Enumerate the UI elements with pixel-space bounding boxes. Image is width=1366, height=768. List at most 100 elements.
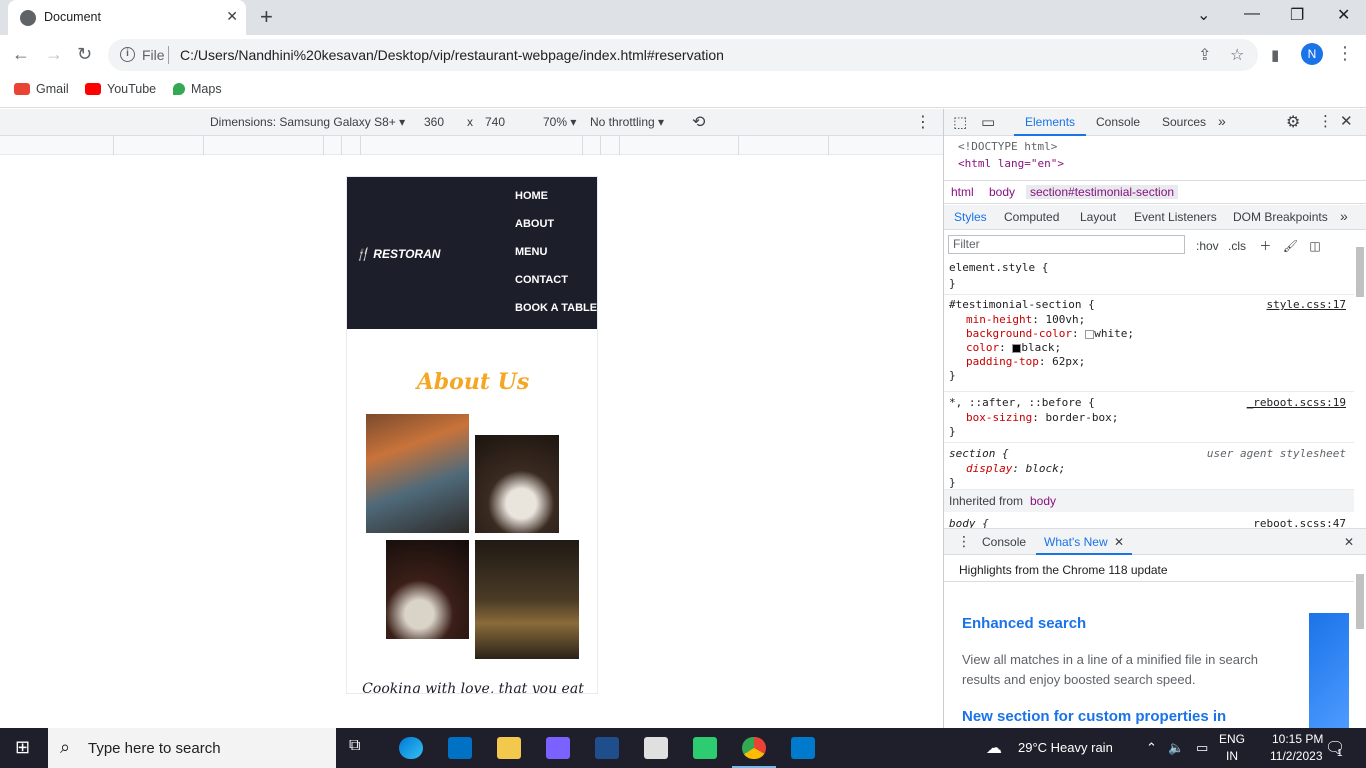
nav-link-about[interactable]: ABOUT xyxy=(515,218,554,230)
windows-start-icon[interactable]: ⊞ xyxy=(15,737,30,758)
inherited-element[interactable]: body xyxy=(1030,494,1056,508)
close-tab-icon[interactable]: ✕ xyxy=(226,8,238,25)
profile-avatar[interactable]: N xyxy=(1301,43,1323,65)
paint-icon[interactable]: 🖌 xyxy=(1283,239,1298,253)
close-window-button[interactable]: ✕ xyxy=(1337,5,1350,25)
bookmark-maps[interactable]: Maps xyxy=(173,82,222,96)
cls-toggle[interactable]: .cls xyxy=(1228,239,1246,253)
subtab-dom-breakpoints[interactable]: DOM Breakpoints xyxy=(1233,210,1328,224)
vscode-icon[interactable] xyxy=(791,737,815,759)
language-label[interactable]: ENG xyxy=(1219,732,1245,746)
chrome-icon[interactable] xyxy=(742,737,766,759)
source-link[interactable]: style.css:17 xyxy=(1267,298,1346,311)
styles-scrollbar[interactable] xyxy=(1356,247,1364,297)
address-bar[interactable]: i File C:/Users/Nandhini%20kesavan/Deskt… xyxy=(108,39,1258,71)
drawer-menu-icon[interactable]: ⋮ xyxy=(957,533,971,550)
volume-icon[interactable]: 🔈 xyxy=(1168,740,1184,756)
breadcrumb-section[interactable]: section#testimonial-section xyxy=(1026,185,1179,199)
minimize-button[interactable]: — xyxy=(1244,5,1260,23)
network-icon[interactable]: ▭ xyxy=(1196,740,1208,756)
reload-button[interactable]: ↻ xyxy=(77,44,92,65)
edge-icon[interactable] xyxy=(399,737,423,759)
subtab-event-listeners[interactable]: Event Listeners xyxy=(1134,210,1217,224)
nav-link-home[interactable]: HOME xyxy=(515,190,548,202)
browser-tab[interactable]: Document ✕ xyxy=(8,0,246,35)
tab-elements[interactable]: Elements xyxy=(1025,115,1075,129)
subtab-computed[interactable]: Computed xyxy=(1004,210,1059,224)
settings-gear-icon[interactable]: ⚙ xyxy=(1286,112,1300,132)
color-swatch[interactable] xyxy=(1085,329,1095,339)
subtab-layout[interactable]: Layout xyxy=(1080,210,1116,224)
drawer-tab-whats-new[interactable]: What's New xyxy=(1044,535,1108,549)
dom-line[interactable]: <!DOCTYPE html> xyxy=(958,140,1057,153)
drawer-tab-console[interactable]: Console xyxy=(982,535,1026,549)
side-panel-icon[interactable]: ▮ xyxy=(1271,46,1279,64)
throttling-select[interactable]: No throttling ▾ xyxy=(590,115,664,129)
new-tab-button[interactable]: + xyxy=(260,4,273,30)
browser-menu-icon[interactable]: ⋮ xyxy=(1336,43,1354,64)
more-subtabs-icon[interactable]: » xyxy=(1340,208,1348,224)
more-tabs-icon[interactable]: » xyxy=(1218,113,1226,129)
share-icon[interactable]: ⇪ xyxy=(1198,45,1211,65)
mail-icon[interactable] xyxy=(448,737,472,759)
tab-search-icon[interactable]: ⌄ xyxy=(1197,5,1210,25)
task-view-icon[interactable]: ⧉ xyxy=(349,737,360,755)
back-button[interactable]: ← xyxy=(12,44,30,65)
tab-console[interactable]: Console xyxy=(1096,115,1140,129)
sidebar-toggle-icon[interactable]: ◫ xyxy=(1309,239,1320,253)
bookmark-youtube[interactable]: YouTube xyxy=(85,82,156,96)
tray-overflow-icon[interactable]: ⌃ xyxy=(1146,740,1157,756)
app-icon[interactable] xyxy=(595,737,619,759)
new-rule-icon[interactable]: ＋ xyxy=(1259,239,1271,253)
declaration[interactable]: padding-top: 62px; xyxy=(966,355,1085,368)
nav-link-contact[interactable]: CONTACT xyxy=(515,274,568,286)
width-input[interactable]: 360 xyxy=(424,115,444,129)
breadcrumb-html[interactable]: html xyxy=(951,185,974,199)
taskbar-search[interactable]: ⌕ Type here to search xyxy=(48,728,336,768)
clock-time[interactable]: 10:15 PM xyxy=(1272,732,1323,746)
declaration[interactable]: box-sizing: border-box; xyxy=(966,411,1118,424)
app-icon[interactable] xyxy=(644,737,668,759)
breadcrumb-body[interactable]: body xyxy=(989,185,1015,199)
whats-new-title[interactable]: Enhanced search xyxy=(962,615,1086,632)
height-input[interactable]: 740 xyxy=(485,115,505,129)
selector[interactable]: element.style { xyxy=(949,261,1048,274)
dom-line[interactable]: <html lang="en"> xyxy=(958,157,1064,170)
declaration[interactable]: color: black; xyxy=(966,341,1061,354)
file-explorer-icon[interactable] xyxy=(497,737,521,759)
site-brand[interactable]: 🍴 RESTORAN xyxy=(355,247,440,261)
app-icon[interactable] xyxy=(693,737,717,759)
whats-new-title[interactable]: New section for custom properties in xyxy=(962,708,1226,725)
whats-new-scrollbar[interactable] xyxy=(1356,574,1364,629)
site-info-icon[interactable]: i xyxy=(120,47,135,62)
bookmark-star-icon[interactable]: ☆ xyxy=(1230,45,1244,65)
close-whats-new-icon[interactable]: ✕ xyxy=(1114,535,1124,549)
bookmark-gmail[interactable]: Gmail xyxy=(14,82,69,96)
forward-button[interactable]: → xyxy=(45,44,63,65)
declaration[interactable]: background-color: white; xyxy=(966,327,1134,340)
nav-link-book-a-table[interactable]: BOOK A TABLE xyxy=(515,302,597,314)
device-dimensions-select[interactable]: Dimensions: Samsung Galaxy S8+ ▾ xyxy=(210,115,405,129)
url-text[interactable]: C:/Users/Nandhini%20kesavan/Desktop/vip/… xyxy=(180,47,724,63)
inspect-element-icon[interactable]: ⬚ xyxy=(953,113,967,131)
close-drawer-icon[interactable]: ✕ xyxy=(1344,535,1354,549)
tagline-text: Cooking with love, that you eat xyxy=(362,681,584,694)
close-devtools-icon[interactable]: ✕ xyxy=(1340,112,1353,130)
zoom-select[interactable]: 70% ▾ xyxy=(543,115,576,129)
hov-toggle[interactable]: :hov xyxy=(1196,239,1219,253)
tab-sources[interactable]: Sources xyxy=(1162,115,1206,129)
selector[interactable]: #testimonial-section { xyxy=(949,298,1095,311)
device-toggle-icon[interactable]: ▭ xyxy=(981,113,995,131)
devtools-menu-icon[interactable]: ⋮ xyxy=(1318,112,1333,130)
subtab-styles[interactable]: Styles xyxy=(954,210,987,224)
source-link[interactable]: _reboot.scss:19 xyxy=(1247,396,1346,409)
rotate-icon[interactable]: ⟲ xyxy=(692,112,705,132)
weather-text[interactable]: 29°C Heavy rain xyxy=(1018,740,1113,755)
declaration[interactable]: min-height: 100vh; xyxy=(966,313,1085,326)
device-more-icon[interactable]: ⋮ xyxy=(915,112,931,132)
restore-button[interactable]: ❐ xyxy=(1290,5,1304,25)
app-icon[interactable] xyxy=(546,737,570,759)
selector[interactable]: *, ::after, ::before { xyxy=(949,396,1095,409)
styles-filter-input[interactable]: Filter xyxy=(948,235,1185,254)
nav-link-menu[interactable]: MENU xyxy=(515,246,547,258)
